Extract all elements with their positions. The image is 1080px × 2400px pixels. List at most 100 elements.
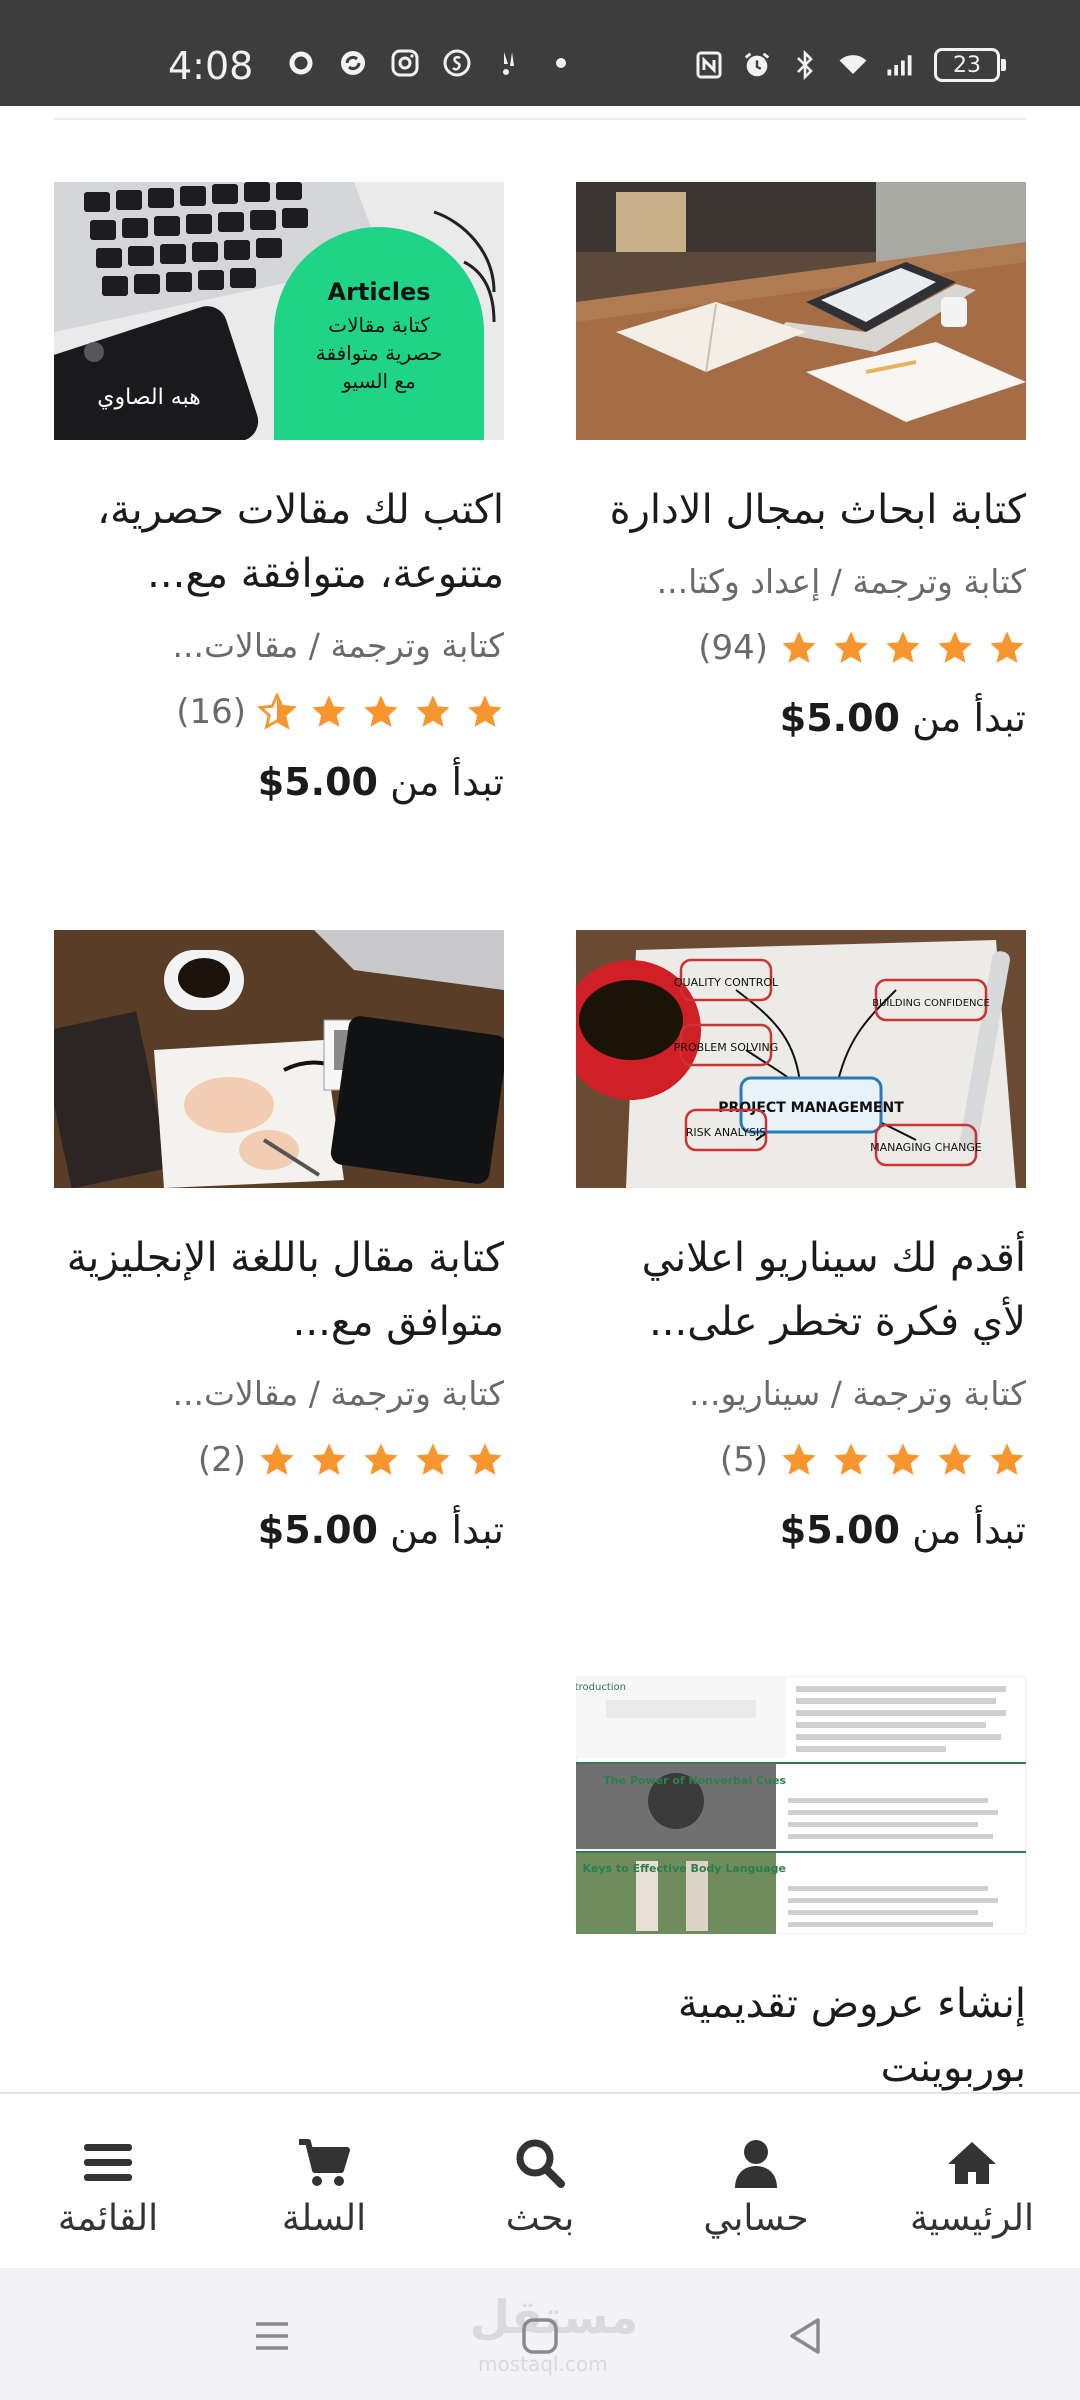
star-icon xyxy=(938,631,972,663)
svg-text:Articles: Articles xyxy=(327,278,430,306)
svg-text:RISK ANALYSIS: RISK ANALYSIS xyxy=(686,1126,766,1139)
service-rating: (2) xyxy=(54,1430,504,1490)
svg-text:QUALITY CONTROL: QUALITY CONTROL xyxy=(674,976,779,989)
service-title[interactable]: كتابة ابحاث بمجال الادارة xyxy=(576,478,1026,542)
service-category[interactable]: كتابة وترجمة / مقالات... xyxy=(54,618,504,674)
svg-text:هبه الصاوي: هبه الصاوي xyxy=(97,385,200,410)
star-icon xyxy=(782,1443,816,1475)
user-icon xyxy=(735,2140,777,2188)
star-icon xyxy=(886,1443,920,1475)
service-category[interactable]: كتابة وترجمة / مقالات... xyxy=(54,1366,504,1422)
star-icon xyxy=(260,1443,294,1475)
o-icon xyxy=(286,48,316,78)
service-price: تبدأ من $5.00 xyxy=(779,696,1026,740)
svg-text:حصرية متوافقة: حصرية متوافقة xyxy=(316,341,442,365)
service-card[interactable]: كتابة ابحاث بمجال الادارة كتابة وترجمة /… xyxy=(576,182,1026,748)
instagram-icon xyxy=(390,48,420,78)
signal-icon xyxy=(886,50,916,80)
nav-label: بحث xyxy=(505,2198,575,2239)
nav-search[interactable]: بحث xyxy=(432,2094,648,2270)
star-icon xyxy=(990,1443,1024,1475)
svg-text:MANAGING CHANGE: MANAGING CHANGE xyxy=(870,1141,982,1154)
rating-stars xyxy=(258,693,504,731)
clock: 4:08 xyxy=(168,44,254,88)
svg-text:PROJECT MANAGEMENT: PROJECT MANAGEMENT xyxy=(718,1100,904,1116)
nav-label: القائمة xyxy=(57,2198,159,2239)
service-thumbnail-articles[interactable]: Articles كتابة مقالات حصرية متوافقة مع ا… xyxy=(54,182,504,440)
sync-icon xyxy=(338,48,368,78)
service-rating: (5) xyxy=(576,1430,1026,1490)
bluetooth-icon xyxy=(790,49,820,81)
alarm-icon xyxy=(742,50,772,80)
service-title[interactable]: كتابة مقال باللغة الإنجليزية متوافق مع..… xyxy=(54,1226,504,1354)
divider xyxy=(54,118,1026,120)
rating-count: (94) xyxy=(698,628,768,668)
rating-stars xyxy=(780,629,1026,667)
svg-text:PROBLEM SOLVING: PROBLEM SOLVING xyxy=(674,1041,779,1054)
star-icon xyxy=(834,1443,868,1475)
rating-stars xyxy=(258,1441,504,1479)
service-card[interactable]: PROJECT MANAGEMENT QUALITY CONTROL BUILD… xyxy=(576,930,1026,1560)
service-thumbnail-slides[interactable]: Introduction The Power of Nonverbal Cues… xyxy=(576,1676,1026,1934)
star-icon xyxy=(312,1443,346,1475)
service-card[interactable]: كتابة مقال باللغة الإنجليزية متوافق مع..… xyxy=(54,930,504,1560)
rating-stars xyxy=(780,1441,1026,1479)
service-price: تبدأ من $5.00 xyxy=(779,1508,1026,1552)
svg-text:The Power of Nonverbal Cues: The Power of Nonverbal Cues xyxy=(603,1774,786,1787)
svg-text:Introduction: Introduction xyxy=(576,1682,626,1693)
rating-count: (16) xyxy=(176,692,246,732)
star-icon xyxy=(886,631,920,663)
star-icon xyxy=(990,631,1024,663)
menu-icon xyxy=(84,2144,132,2181)
nav-home[interactable]: الرئيسية xyxy=(864,2094,1080,2270)
service-thumbnail-desk[interactable] xyxy=(576,182,1026,440)
home-icon xyxy=(948,2142,996,2184)
recent-apps-button[interactable] xyxy=(250,2314,294,2358)
service-rating: (94) xyxy=(576,618,1026,678)
snapchat-icon xyxy=(494,48,524,78)
service-thumbnail-project-management[interactable]: PROJECT MANAGEMENT QUALITY CONTROL BUILD… xyxy=(576,930,1026,1188)
star-icon xyxy=(782,631,816,663)
nav-label: السلة xyxy=(281,2198,367,2239)
service-price: تبدأ من $5.00 xyxy=(257,760,504,804)
service-price: تبدأ من $5.00 xyxy=(257,1508,504,1552)
nav-label: حسابي xyxy=(703,2198,809,2239)
rating-count: (2) xyxy=(197,1440,246,1480)
star-icon xyxy=(938,1443,972,1475)
cart-icon xyxy=(299,2139,350,2186)
nav-cart[interactable]: السلة xyxy=(216,2094,432,2270)
service-rating: (16) xyxy=(54,682,504,742)
service-card[interactable]: Introduction The Power of Nonverbal Cues… xyxy=(576,1676,1026,2100)
back-button[interactable] xyxy=(784,2314,828,2358)
service-title[interactable]: اكتب لك مقالات حصرية، متنوعة، متوافقة مع… xyxy=(54,478,504,606)
service-title[interactable]: أقدم لك سيناريو اعلاني لأي فكرة تخطر على… xyxy=(576,1226,1026,1354)
svg-text:كتابة مقالات: كتابة مقالات xyxy=(328,313,430,337)
wifi-icon xyxy=(838,50,868,80)
star-icon xyxy=(364,1443,398,1475)
dot-icon xyxy=(546,48,576,78)
star-half-icon xyxy=(258,693,296,730)
star-icon xyxy=(468,695,502,727)
nfc-icon xyxy=(694,50,724,80)
service-category[interactable]: كتابة وترجمة / سيناريو... xyxy=(576,1366,1026,1422)
svg-text:BUILDING CONFIDENCE: BUILDING CONFIDENCE xyxy=(872,998,990,1009)
svg-text:Keys to Effective Body Languag: Keys to Effective Body Language xyxy=(583,1862,786,1875)
nav-account[interactable]: حسابي xyxy=(648,2094,864,2270)
star-icon xyxy=(468,1443,502,1475)
battery-indicator: 23 xyxy=(934,48,1006,82)
nav-label: الرئيسية xyxy=(910,2198,1034,2239)
star-icon xyxy=(416,695,450,727)
home-button[interactable] xyxy=(518,2314,562,2358)
service-title[interactable]: إنشاء عروض تقديمية بوربوينت xyxy=(576,1972,1026,2100)
svg-text:مع السيو: مع السيو xyxy=(341,369,416,393)
nav-menu[interactable]: القائمة xyxy=(0,2094,216,2270)
rating-count: (5) xyxy=(719,1440,768,1480)
service-thumbnail-writing[interactable] xyxy=(54,930,504,1188)
star-icon xyxy=(364,695,398,727)
service-category[interactable]: كتابة وترجمة / إعداد وكتا... xyxy=(576,554,1026,610)
star-icon xyxy=(834,631,868,663)
search-icon xyxy=(516,2139,565,2188)
service-card[interactable]: Articles كتابة مقالات حصرية متوافقة مع ا… xyxy=(54,182,504,812)
system-navigation-bar: مستقل mostaql.com xyxy=(0,2268,1080,2400)
star-icon xyxy=(312,695,346,727)
